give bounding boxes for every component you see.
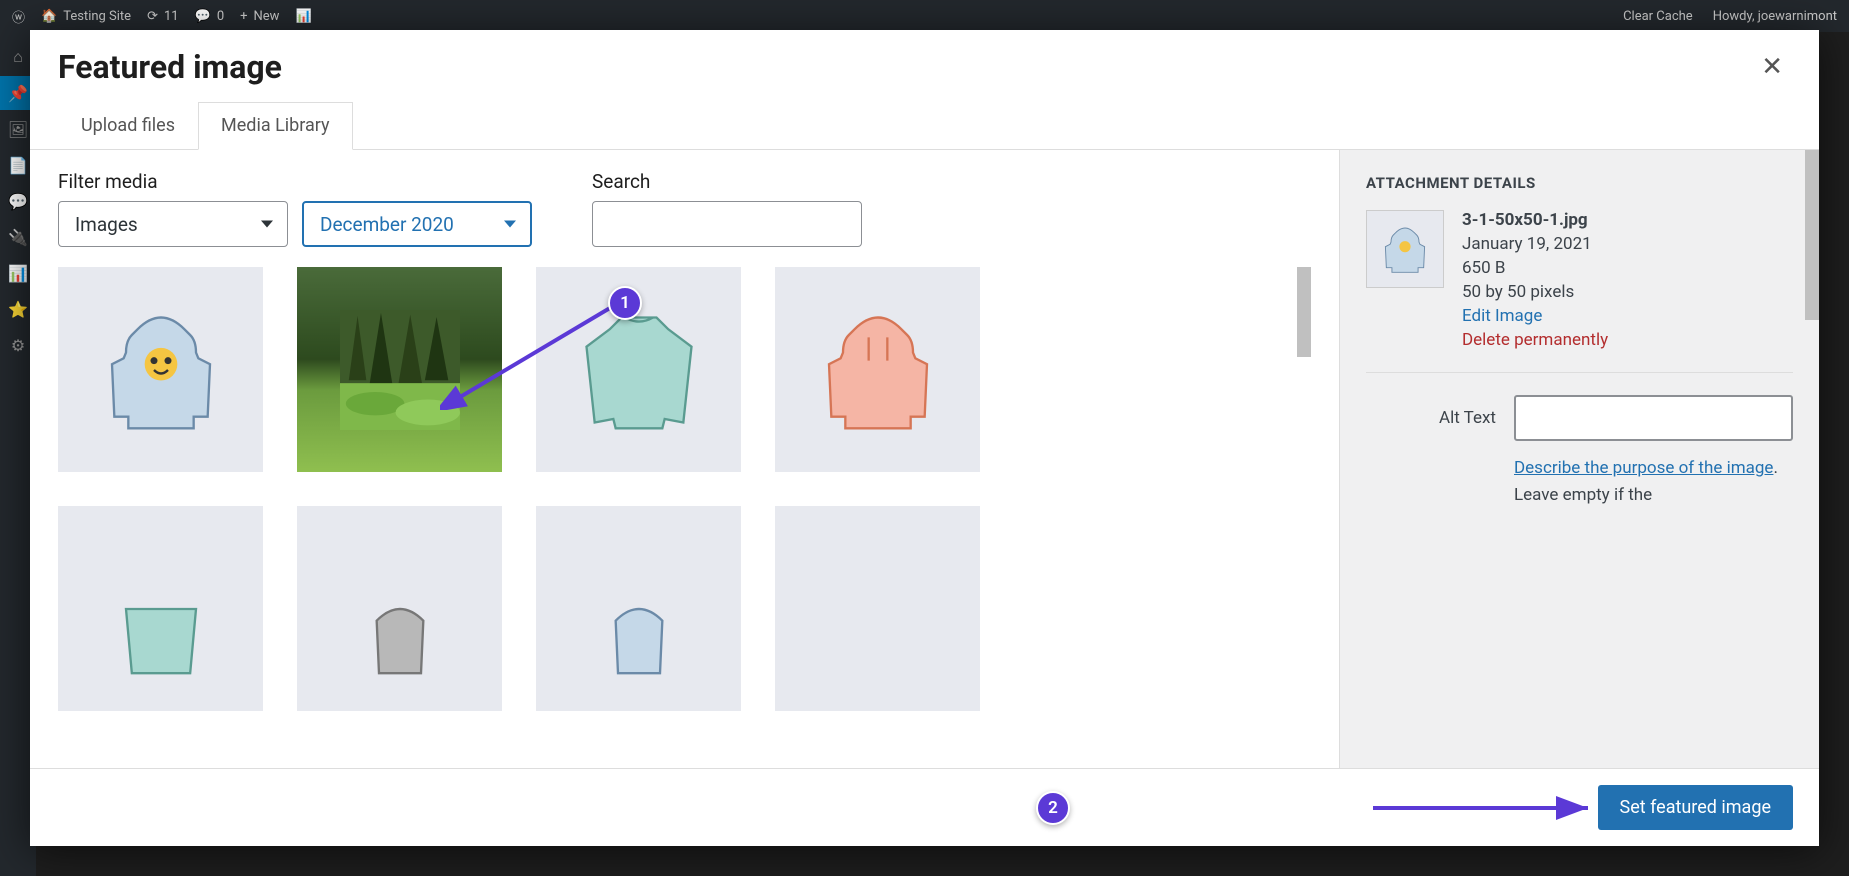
modal-title: Featured image: [58, 48, 282, 86]
featured-image-modal: Featured image ✕ Upload files Media Libr…: [30, 30, 1819, 846]
alt-text-helper: Describe the purpose of the image. Leave…: [1514, 455, 1793, 509]
tab-upload-files[interactable]: Upload files: [58, 102, 198, 149]
media-item[interactable]: [58, 267, 263, 472]
admin-bar: ⓦ 🏠 Testing Site ⟳ 11 💬 0 + New 📊 Clear …: [0, 0, 1849, 32]
modal-footer: 2 Set featured image: [30, 768, 1819, 846]
media-item[interactable]: [297, 506, 502, 711]
set-featured-image-button[interactable]: Set featured image: [1598, 785, 1793, 830]
search-label: Search: [592, 170, 862, 193]
attachment-details-panel: ATTACHMENT DETAILS 3-1-50x50-1.jpg Janua…: [1339, 150, 1819, 768]
alt-text-input[interactable]: [1514, 395, 1793, 441]
filter-media-label: Filter media: [58, 170, 532, 193]
annotation-arrow-2: [1368, 793, 1598, 823]
hoodie-icon: [818, 300, 938, 440]
close-icon[interactable]: ✕: [1753, 48, 1791, 86]
tabs: Upload files Media Library: [30, 102, 1819, 150]
stats-icon[interactable]: 📊: [295, 9, 311, 24]
annotation-1: 1: [608, 286, 642, 320]
forest-image: [340, 300, 460, 440]
delete-permanently-link[interactable]: Delete permanently: [1462, 330, 1608, 350]
media-item[interactable]: [58, 506, 263, 711]
scrollbar[interactable]: [1805, 150, 1819, 320]
edit-image-link[interactable]: Edit Image: [1462, 306, 1608, 326]
attachment-size: 650 B: [1462, 258, 1608, 278]
wp-logo-icon[interactable]: ⓦ: [12, 7, 25, 26]
comments-badge[interactable]: 💬 0: [195, 9, 225, 24]
tab-media-library[interactable]: Media Library: [198, 102, 353, 150]
howdy-user[interactable]: Howdy, joewarnimont: [1713, 9, 1837, 24]
updates-badge[interactable]: ⟳ 11: [147, 9, 179, 24]
media-item[interactable]: [775, 267, 980, 472]
clear-cache-link[interactable]: Clear Cache: [1623, 9, 1693, 24]
attachment-dimensions: 50 by 50 pixels: [1462, 282, 1608, 302]
shirt-icon: [101, 539, 221, 679]
new-button[interactable]: + New: [240, 9, 279, 24]
attachment-filename: 3-1-50x50-1.jpg: [1462, 210, 1608, 230]
hoodie-icon: [101, 300, 221, 440]
filter-date-select[interactable]: December 2020: [302, 201, 532, 247]
scrollbar[interactable]: [1297, 267, 1311, 357]
attachment-thumbnail: [1366, 210, 1444, 288]
filter-type-select[interactable]: Images: [58, 201, 288, 247]
annotation-2: 2: [1036, 791, 1070, 825]
longsleeve-icon: [579, 300, 699, 440]
divider: [1366, 372, 1793, 373]
describe-link[interactable]: Describe the purpose of the image: [1514, 458, 1773, 478]
site-name[interactable]: 🏠 Testing Site: [41, 9, 131, 24]
media-grid: [58, 267, 1311, 711]
media-item[interactable]: [297, 267, 502, 472]
attachment-date: January 19, 2021: [1462, 234, 1608, 254]
hoodie-icon: [579, 539, 699, 679]
attachment-details-heading: ATTACHMENT DETAILS: [1366, 174, 1793, 192]
alt-text-label: Alt Text: [1366, 408, 1496, 428]
hood-icon: [340, 539, 460, 679]
search-input[interactable]: [592, 201, 862, 247]
media-item[interactable]: [775, 506, 980, 711]
media-item[interactable]: [536, 506, 741, 711]
